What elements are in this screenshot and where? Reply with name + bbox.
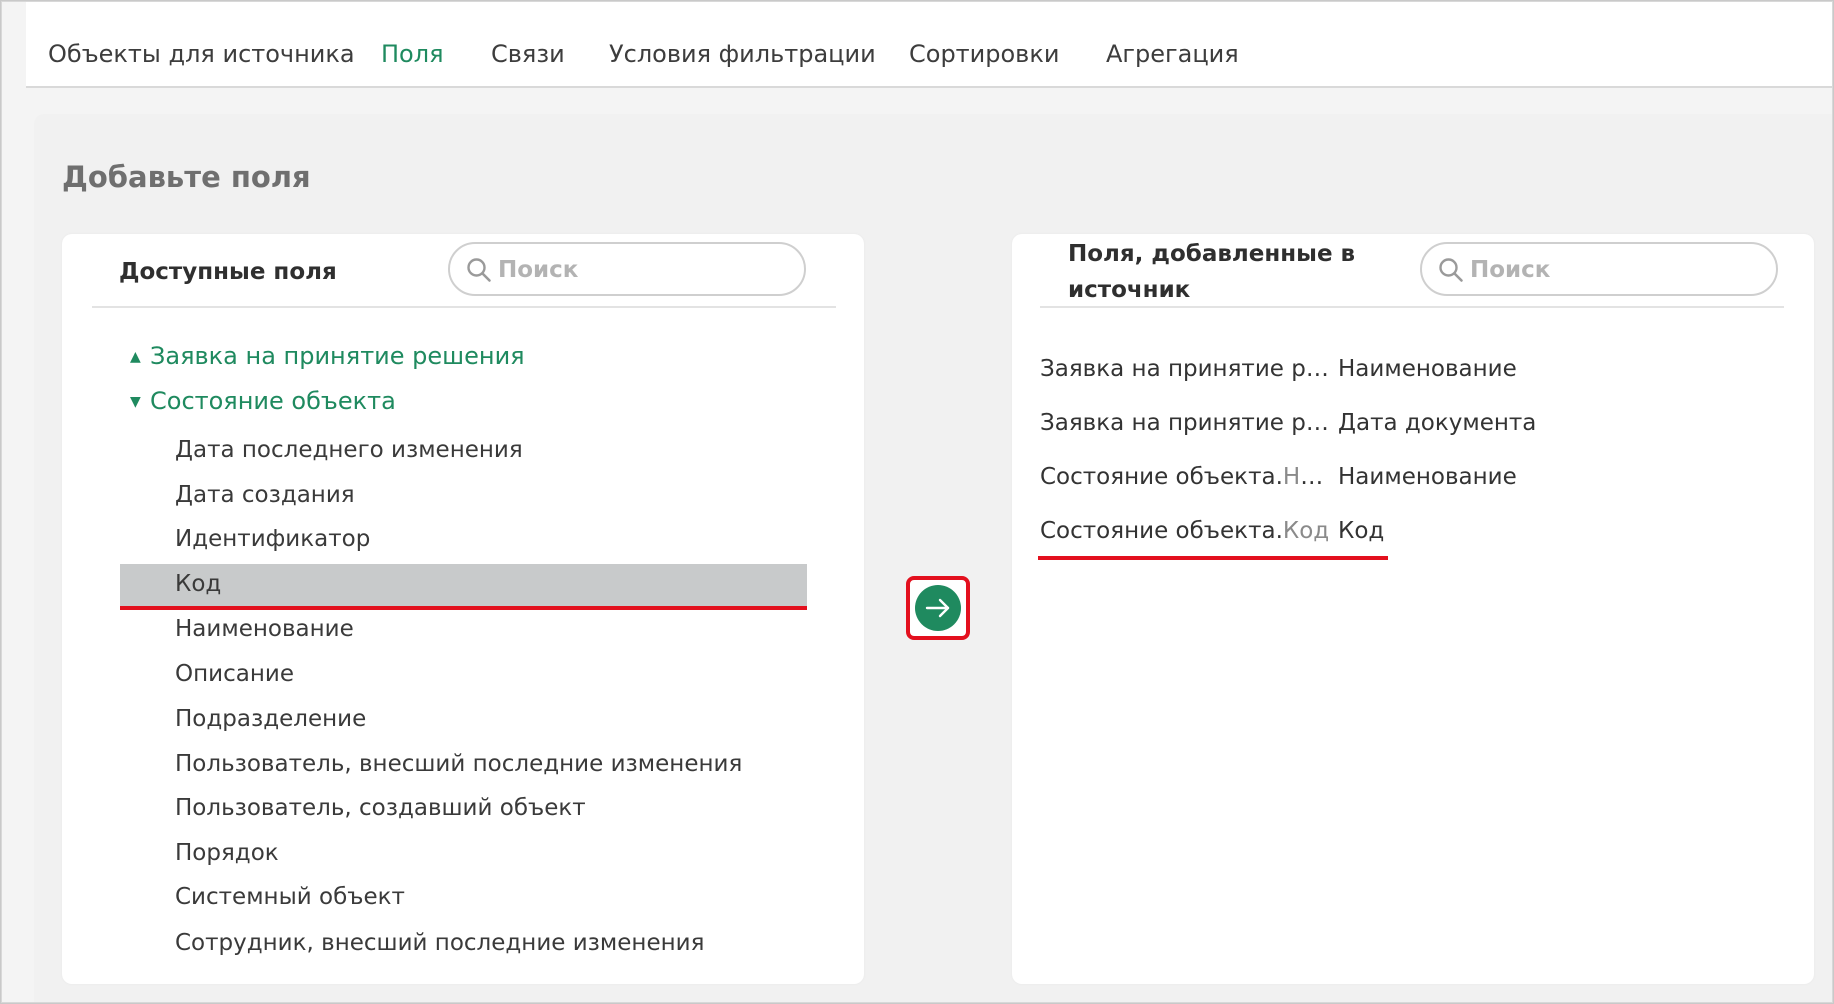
field-path: Состояние объекта.Код xyxy=(1040,518,1336,544)
path-text: Состояние объекта. xyxy=(1040,518,1283,544)
search-icon xyxy=(1439,258,1463,282)
field-label: Подразделение xyxy=(175,706,367,732)
available-fields-title: Доступные поля xyxy=(119,259,337,285)
field-name: Наименование xyxy=(1338,464,1517,490)
field-label: Дата последнего изменения xyxy=(175,437,523,463)
field-item[interactable]: Подразделение xyxy=(62,699,864,743)
added-fields-panel: Поля, добавленные в источник Заявка на п… xyxy=(1012,234,1814,984)
search-icon xyxy=(467,258,491,282)
available-fields-panel: Доступные поля ▲ Заявка на принятие решен… xyxy=(62,234,864,984)
available-divider xyxy=(92,306,836,308)
tab-aggregation[interactable]: Агрегация xyxy=(1106,40,1239,68)
path-suffix: Код xyxy=(1282,518,1330,544)
add-button-highlight xyxy=(906,576,970,640)
path-suffix: На… xyxy=(1282,464,1336,490)
path-text: Состояние объекта. xyxy=(1040,464,1283,490)
field-label: Системный объект xyxy=(175,884,405,910)
field-name: Код xyxy=(1338,518,1385,544)
field-label: Код xyxy=(175,571,222,597)
tab-objects[interactable]: Объекты для источника xyxy=(48,40,355,68)
field-name: Наименование xyxy=(1338,356,1517,382)
arrow-right-icon xyxy=(925,598,950,618)
caret-up-icon: ▲ xyxy=(130,349,141,365)
field-item[interactable]: Идентификатор xyxy=(62,519,864,563)
field-path: Состояние объекта.На… xyxy=(1040,464,1336,490)
red-underline xyxy=(1038,556,1388,560)
tab-fields[interactable]: Поля xyxy=(381,40,444,68)
added-row[interactable]: Заявка на принятие ре… Наименование xyxy=(1040,350,1800,394)
field-item[interactable]: Порядок xyxy=(62,833,864,877)
group-label: Заявка на принятие решения xyxy=(150,342,525,370)
available-search-input[interactable] xyxy=(496,252,790,288)
group-label: Состояние объекта xyxy=(150,387,396,415)
group-decision-request[interactable]: ▲ Заявка на принятие решения xyxy=(130,342,525,370)
app-frame: Объекты для источника Поля Связи Условия… xyxy=(1,1,1833,1003)
path-text: Заявка на принятие ре… xyxy=(1040,356,1336,382)
field-item[interactable]: Пользователь, создавший объект xyxy=(62,788,864,832)
card-title: Добавьте поля xyxy=(62,160,311,194)
field-label: Порядок xyxy=(175,840,279,866)
add-field-button[interactable] xyxy=(915,585,961,631)
field-label: Пользователь, создавший объект xyxy=(175,795,586,821)
field-label: Наименование xyxy=(175,616,354,642)
path-text: Заявка на принятие ре… xyxy=(1040,410,1336,436)
field-label: Пользователь, внесший последние изменени… xyxy=(175,751,743,777)
added-search[interactable] xyxy=(1420,242,1778,296)
added-row[interactable]: Заявка на принятие ре… Дата документа xyxy=(1040,404,1800,448)
tab-sorting[interactable]: Сортировки xyxy=(909,40,1059,68)
available-search[interactable] xyxy=(448,242,806,296)
field-label: Дата создания xyxy=(175,482,355,508)
added-row[interactable]: Состояние объекта.На… Наименование xyxy=(1040,458,1800,502)
field-path: Заявка на принятие ре… xyxy=(1040,356,1336,382)
caret-down-icon: ▼ xyxy=(130,394,141,410)
added-row-highlighted[interactable]: Состояние объекта.Код Код xyxy=(1038,512,1800,560)
field-item[interactable]: Наименование xyxy=(62,609,864,653)
field-item[interactable]: Описание xyxy=(62,654,864,698)
field-label: Сотрудник, внесший последние изменения xyxy=(175,930,705,956)
tab-bar: Объекты для источника Поля Связи Условия… xyxy=(26,2,1832,88)
field-label: Описание xyxy=(175,661,294,687)
field-item[interactable]: Пользователь, внесший последние изменени… xyxy=(62,744,864,788)
added-divider xyxy=(1040,306,1784,308)
added-fields-title-line1: Поля, добавленные в xyxy=(1068,241,1356,267)
field-item[interactable]: Дата последнего изменения xyxy=(62,430,864,474)
field-item[interactable]: Системный объект xyxy=(62,877,864,921)
selection-highlight xyxy=(120,564,807,606)
field-path: Заявка на принятие ре… xyxy=(1040,410,1336,436)
group-object-state[interactable]: ▼ Состояние объекта xyxy=(130,387,396,415)
tab-links[interactable]: Связи xyxy=(491,40,565,68)
added-search-input[interactable] xyxy=(1468,252,1762,288)
added-fields-title: Поля, добавленные в источник xyxy=(1068,236,1355,308)
tab-filter-conditions[interactable]: Условия фильтрации xyxy=(609,40,876,68)
field-item-selected[interactable]: Код xyxy=(62,564,864,610)
field-label: Идентификатор xyxy=(175,526,371,552)
added-fields-title-line2: источник xyxy=(1068,277,1191,303)
field-name: Дата документа xyxy=(1338,410,1537,436)
field-item[interactable]: Сотрудник, внесший последние изменения xyxy=(62,923,864,967)
field-item[interactable]: Дата создания xyxy=(62,475,864,519)
